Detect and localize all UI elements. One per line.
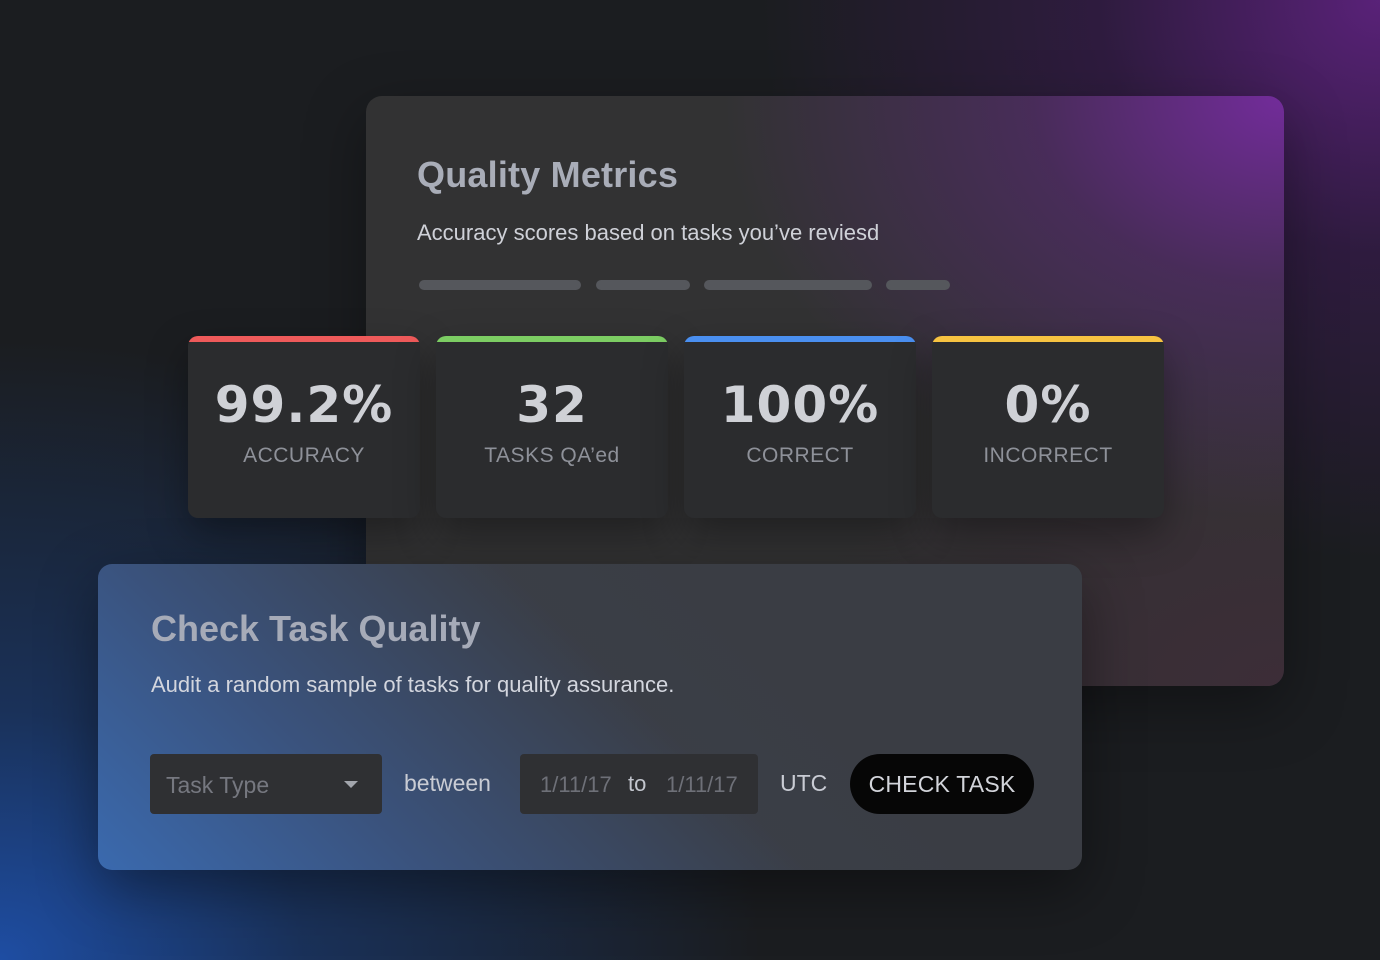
metrics-subtitle: Accuracy scores based on tasks you’ve re… [417,220,880,245]
stat-card-incorrect: 0% INCORRECT [932,336,1164,518]
check-task-quality-panel: Check Task Quality Audit a random sample… [98,564,1082,870]
stat-label: ACCURACY [243,444,365,467]
stat-label: TASKS QA’ed [484,444,620,467]
task-type-placeholder: Task Type [166,772,270,798]
check-subtitle: Audit a random sample of tasks for quali… [151,672,675,697]
timezone-label: UTC [780,770,828,796]
stat-card-accent [932,336,1164,342]
caret-down-icon [344,781,358,788]
stat-card-correct: 100% CORRECT [684,336,916,518]
stat-card-tasks-qaed: 32 TASKS QA’ed [436,336,668,518]
placeholder-bar [704,280,872,290]
stat-label: INCORRECT [983,444,1113,467]
metrics-title: Quality Metrics [417,154,679,195]
placeholder-bar [886,280,950,290]
placeholder-bar [596,280,690,290]
date-to-label: to [628,771,647,796]
task-type-select[interactable]: Task Type [150,754,382,814]
stat-card-accuracy: 99.2% ACCURACY [188,336,420,518]
stat-value: 99.2% [214,376,394,434]
stat-value: 32 [516,376,588,434]
stat-card-accent [436,336,668,342]
start-date-input[interactable]: 1/11/17 [540,772,612,798]
stat-label: CORRECT [746,444,854,467]
date-range: 1/11/17 to 1/11/17 [520,754,758,814]
stat-card-accent [684,336,916,342]
stat-value: 100% [720,376,880,434]
stat-value: 0% [1004,376,1092,434]
placeholder-bar [419,280,581,290]
stat-card-accent [188,336,420,342]
check-task-button[interactable]: CHECK TASK [850,754,1034,814]
end-date-input[interactable]: 1/11/17 [666,772,738,798]
between-label: between [404,770,491,796]
check-title: Check Task Quality [151,608,481,649]
